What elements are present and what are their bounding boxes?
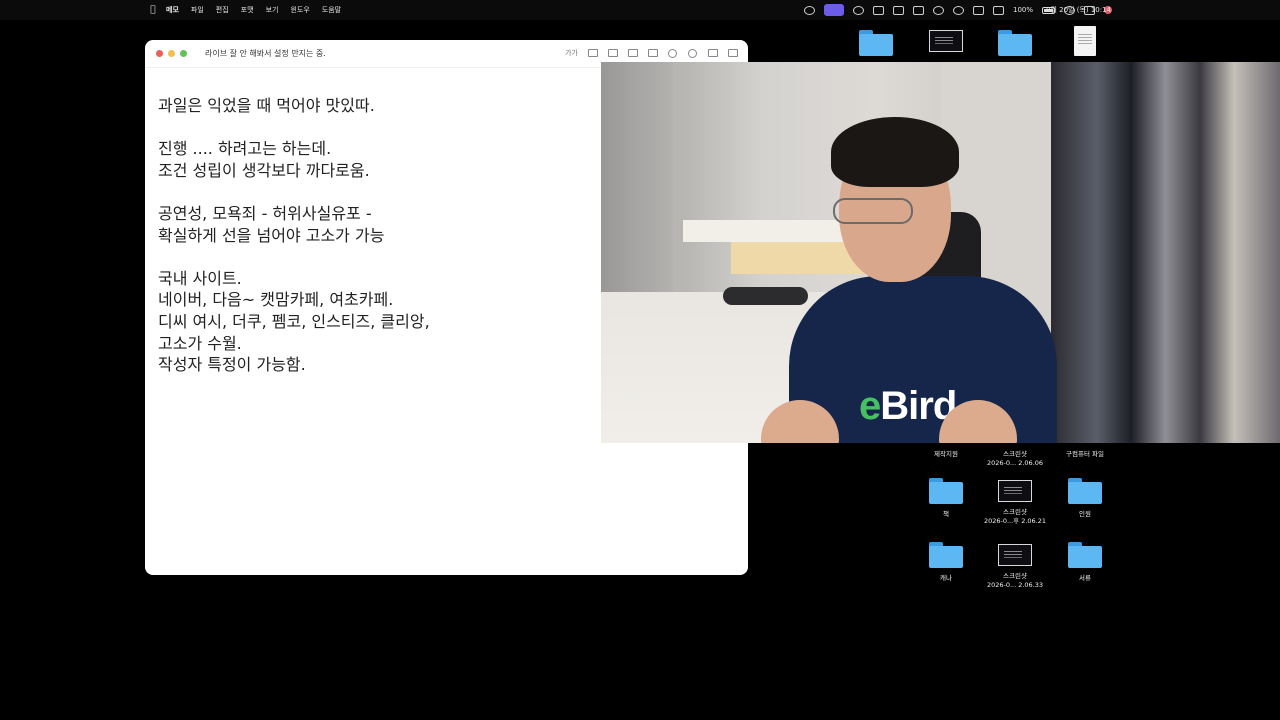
desktop-document-top[interactable] — [1050, 26, 1120, 56]
desktop-item-label[interactable]: 제작지원 — [911, 444, 981, 459]
desktop-folder[interactable]: 인원 — [1050, 478, 1120, 519]
desktop-screenshot-top[interactable] — [911, 28, 981, 52]
folder-icon — [1068, 542, 1102, 568]
desktop-screenshot[interactable]: 스크린샷 2026-0... 2.06.33 — [980, 542, 1050, 590]
webcam-person-glasses — [833, 198, 913, 224]
folder-icon — [1068, 478, 1102, 504]
desktop-item-label[interactable]: 스크린샷 2026-0... 2.06.06 — [980, 444, 1050, 468]
folder-icon — [929, 478, 963, 504]
desktop-folder[interactable]: 캐나 — [911, 542, 981, 583]
webcam-closet — [1051, 62, 1280, 443]
close-button[interactable] — [156, 50, 163, 57]
apple-icon[interactable]:  — [148, 5, 158, 15]
lock-icon[interactable] — [708, 48, 718, 58]
desktop-folder-top-2[interactable] — [980, 30, 1050, 56]
folder-icon — [929, 542, 963, 568]
audio-icon[interactable] — [628, 48, 638, 58]
menu-window[interactable]: 윈도우 — [290, 5, 309, 15]
status-icon-1[interactable] — [803, 5, 815, 15]
screenshot-icon — [998, 480, 1032, 502]
webcam-person-hair — [831, 117, 959, 187]
menu-view[interactable]: 보기 — [266, 5, 279, 15]
notion-icon[interactable] — [872, 5, 884, 15]
screenshot-icon — [998, 544, 1032, 566]
menu-edit[interactable]: 편집 — [216, 5, 229, 15]
desktop-item-label[interactable]: 구컴퓨터 파일 — [1050, 444, 1120, 459]
note-title: 라이브 잘 안 해봐서 설정 만지는 중. — [205, 49, 326, 58]
desktop-screenshot[interactable]: 스크린샷 2026-0...후 2.06.21 — [980, 478, 1050, 526]
dark-icon[interactable] — [952, 5, 964, 15]
font-format-button[interactable]: 가가 — [565, 48, 578, 58]
menubar-clock[interactable]: 8월 20일 (목) 10:14 — [1046, 5, 1111, 15]
app-icon[interactable] — [972, 5, 984, 15]
webcam-pillow — [723, 287, 808, 305]
desktop-folder[interactable]: 책 — [911, 478, 981, 519]
chat-icon[interactable] — [892, 5, 904, 15]
menu-format[interactable]: 포맷 — [241, 5, 254, 15]
screen-record-icon[interactable] — [823, 4, 844, 16]
share-icon[interactable] — [728, 48, 738, 58]
menu-file[interactable]: 파일 — [191, 5, 204, 15]
markup-icon[interactable] — [668, 48, 678, 58]
checklist-icon[interactable] — [588, 48, 598, 58]
collaborate-icon[interactable] — [688, 48, 698, 58]
menu-bar:  메모 파일 편집 포맷 보기 윈도우 도움말 100% 8월 20일 (목)… — [0, 0, 1280, 20]
status-icon-2[interactable] — [852, 5, 864, 15]
bluetooth-icon[interactable] — [992, 5, 1004, 15]
menu-app-notes[interactable]: 메모 — [166, 5, 179, 15]
minimize-button[interactable] — [168, 50, 175, 57]
media-icon[interactable] — [648, 48, 658, 58]
compass-icon[interactable] — [932, 5, 944, 15]
desktop-folder[interactable]: 서류 — [1050, 542, 1120, 583]
zoom-button[interactable] — [180, 50, 187, 57]
battery-percent: 100% — [1012, 6, 1033, 14]
window-icon[interactable] — [912, 5, 924, 15]
toolbar-icons: 가가 — [565, 48, 738, 58]
table-icon[interactable] — [608, 48, 618, 58]
webcam-overlay: eBird — [601, 62, 1280, 443]
menu-help[interactable]: 도움말 — [322, 5, 341, 15]
desktop-folder-top-1[interactable] — [841, 30, 911, 56]
